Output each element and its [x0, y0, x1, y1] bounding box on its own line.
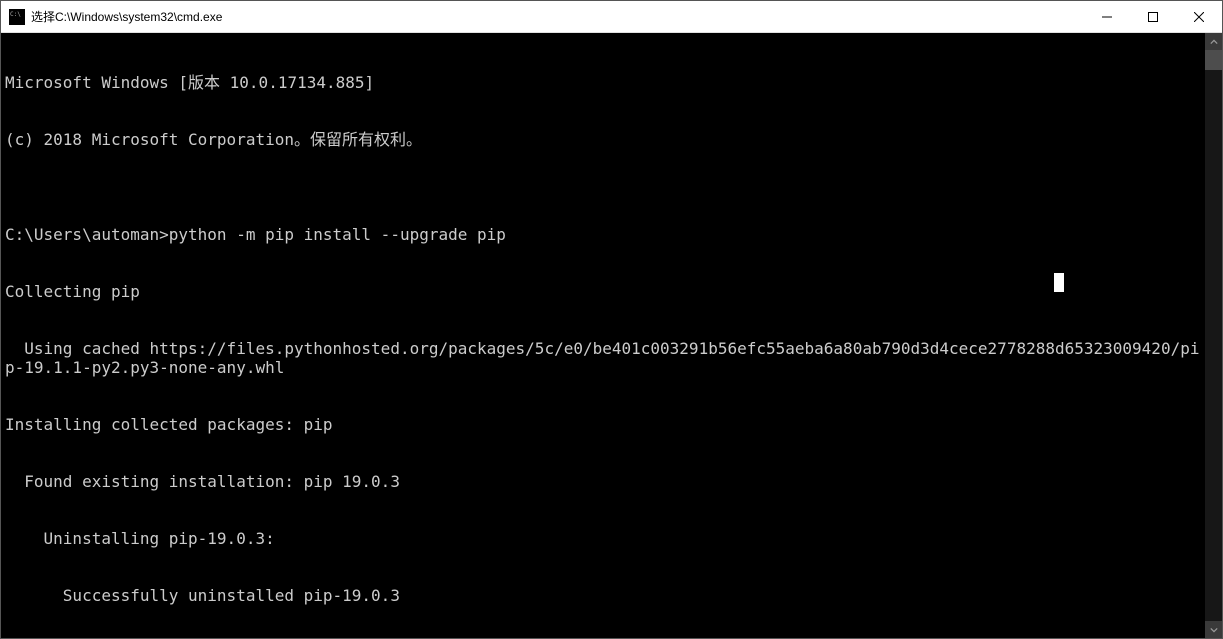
console-line: C:\Users\automan>python -m pip install -…	[5, 225, 1201, 244]
console-line: Installing collected packages: pip	[5, 415, 1201, 434]
chevron-down-icon	[1210, 626, 1218, 634]
scrollbar-track[interactable]	[1205, 50, 1222, 621]
console-line: Successfully uninstalled pip-19.0.3	[5, 586, 1201, 605]
minimize-icon	[1102, 12, 1112, 22]
window-title: 选择C:\Windows\system32\cmd.exe	[31, 8, 1084, 25]
console-area: Microsoft Windows [版本 10.0.17134.885] (c…	[1, 33, 1222, 638]
scroll-up-button[interactable]	[1205, 33, 1222, 50]
scroll-down-button[interactable]	[1205, 621, 1222, 638]
maximize-icon	[1148, 12, 1158, 22]
console-line: Collecting pip	[5, 282, 1201, 301]
console-content[interactable]: Microsoft Windows [版本 10.0.17134.885] (c…	[1, 33, 1205, 638]
close-icon	[1194, 12, 1204, 22]
console-line: Using cached https://files.pythonhosted.…	[5, 339, 1201, 377]
console-line: Microsoft Windows [版本 10.0.17134.885]	[5, 73, 1201, 92]
cmd-window: 选择C:\Windows\system32\cmd.exe Microsoft …	[0, 0, 1223, 639]
console-line: Uninstalling pip-19.0.3:	[5, 529, 1201, 548]
text-selection	[1054, 273, 1064, 292]
minimize-button[interactable]	[1084, 1, 1130, 32]
console-line: Found existing installation: pip 19.0.3	[5, 472, 1201, 491]
titlebar[interactable]: 选择C:\Windows\system32\cmd.exe	[1, 1, 1222, 33]
console-line: (c) 2018 Microsoft Corporation。保留所有权利。	[5, 130, 1201, 149]
scrollbar-thumb[interactable]	[1205, 50, 1222, 70]
close-button[interactable]	[1176, 1, 1222, 32]
window-controls	[1084, 1, 1222, 32]
vertical-scrollbar[interactable]	[1205, 33, 1222, 638]
chevron-up-icon	[1210, 38, 1218, 46]
maximize-button[interactable]	[1130, 1, 1176, 32]
cmd-icon	[9, 9, 25, 25]
